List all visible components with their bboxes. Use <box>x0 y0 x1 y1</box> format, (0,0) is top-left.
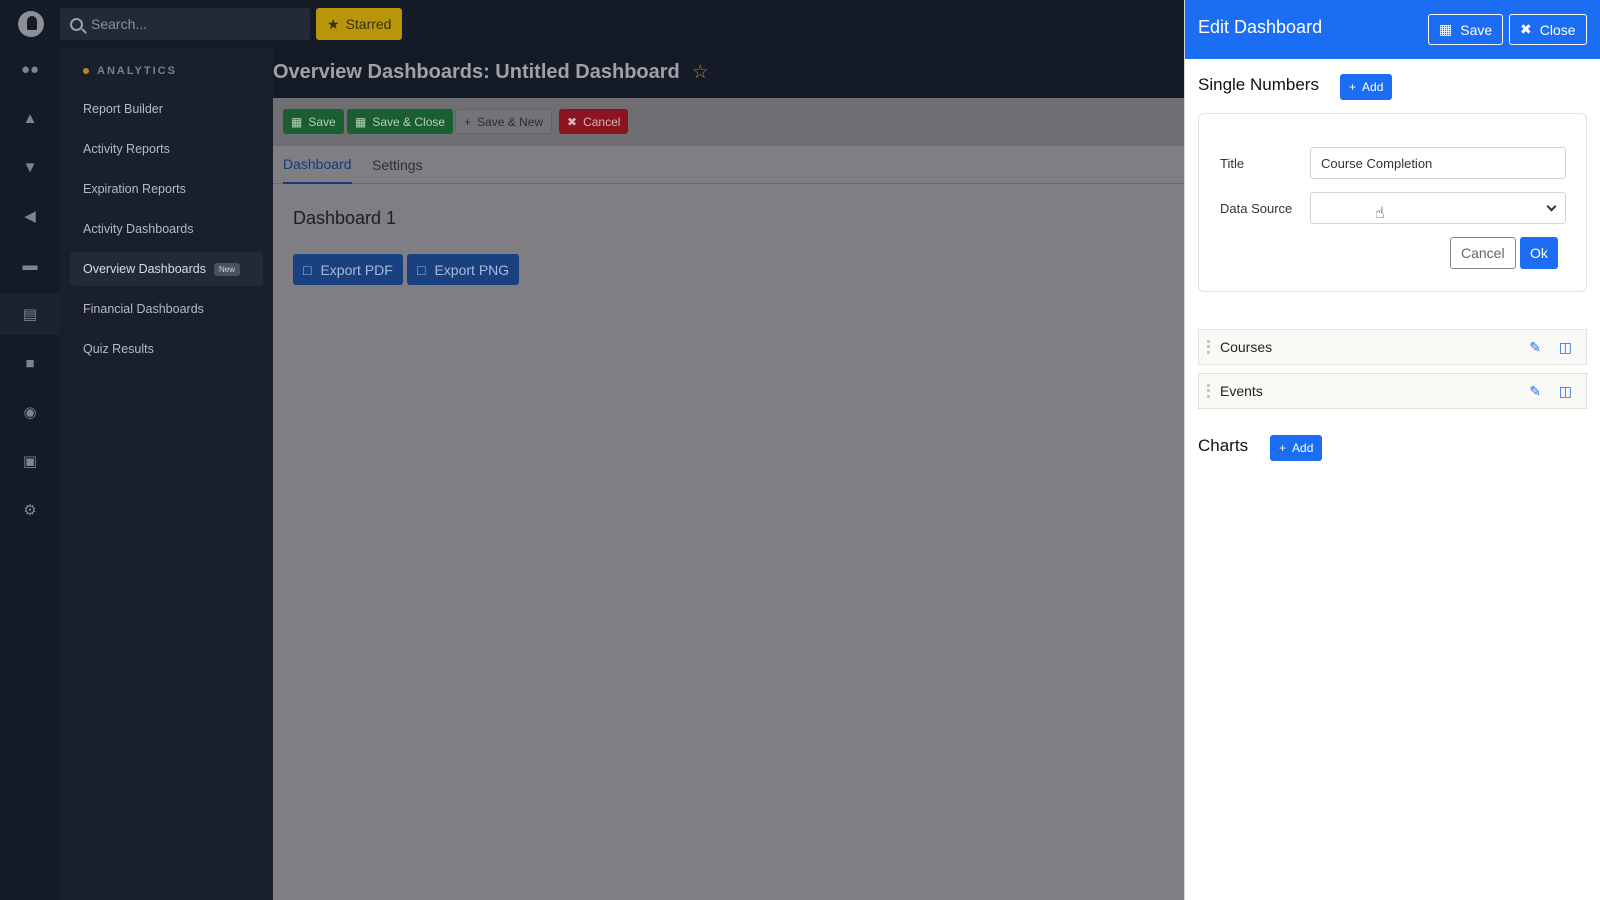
file-image-icon: □ <box>417 261 426 278</box>
form-cancel-button[interactable]: Cancel <box>1450 237 1516 269</box>
sidebar-item-expiration-reports[interactable]: Expiration Reports <box>70 172 263 206</box>
megaphone-icon[interactable]: ◀ <box>0 195 60 237</box>
panel-title: Edit Dashboard <box>1198 17 1323 37</box>
plus-icon: + <box>1349 80 1357 94</box>
search-placeholder: Search... <box>91 16 148 32</box>
star-icon: ★ <box>327 15 340 32</box>
icon-rail: ●● ▲ ▼ ◀ ▬ ▤ ■ ◉ ▣ ⚙ <box>0 0 60 900</box>
trash-icon[interactable]: ◫ <box>1559 383 1572 400</box>
sidebar-item-financial-dashboards[interactable]: Financial Dashboards <box>70 292 263 326</box>
list-item[interactable]: Courses ✎ ◫ <box>1198 329 1587 365</box>
panel-header: Edit Dashboard ▦ Save ✖ Close <box>1185 0 1600 59</box>
drag-handle-icon[interactable] <box>1207 384 1210 398</box>
chevron-down-icon <box>1546 201 1557 212</box>
save-button[interactable]: ▦ Save <box>283 109 344 134</box>
money-icon[interactable]: ▬ <box>0 244 60 286</box>
edit-icon[interactable]: ✎ <box>1529 383 1541 400</box>
chat-icon[interactable]: ■ <box>0 342 60 384</box>
page-title: Overview Dashboards: Untitled Dashboard … <box>273 61 709 84</box>
export-png-button[interactable]: □ Export PNG <box>407 254 520 285</box>
dashboard-content: ▦ Save ▦ Save & Close + Save & New ✖ Can… <box>273 98 1184 900</box>
single-numbers-heading: Single Numbers <box>1198 75 1319 94</box>
title-label: Title <box>1220 156 1245 171</box>
palette-icon[interactable]: ◉ <box>0 391 60 433</box>
tab-dashboard[interactable]: Dashboard <box>283 146 352 184</box>
close-icon: ✖ <box>1520 21 1532 37</box>
section-dot-icon <box>83 68 89 74</box>
floppy-disk-icon: ▦ <box>1439 21 1453 37</box>
file-pdf-icon: □ <box>303 261 312 278</box>
panel-save-button[interactable]: ▦ Save <box>1428 14 1504 45</box>
hand-pointer-icon: ☝ <box>1375 205 1385 222</box>
form-toolbar: ▦ Save ▦ Save & Close + Save & New ✖ Can… <box>273 98 1184 146</box>
starred-button[interactable]: ★ Starred <box>316 8 403 40</box>
plus-icon: + <box>1279 441 1287 455</box>
cancel-button[interactable]: ✖ Cancel <box>559 109 629 134</box>
add-chart-button[interactable]: + Add <box>1270 435 1323 461</box>
search-icon <box>70 17 83 31</box>
analytics-sidebar: ANALYTICS Report Builder Activity Report… <box>60 48 273 900</box>
users-icon[interactable]: ●● <box>0 48 60 90</box>
favorite-star-icon[interactable]: ☆ <box>692 61 709 84</box>
top-bar: Search... ★ Starred <box>60 0 1184 48</box>
graduation-cap-icon[interactable]: ▼ <box>0 146 60 188</box>
floppy-disk-icon: ▦ <box>291 114 303 129</box>
close-icon: ✖ <box>567 114 578 129</box>
title-input[interactable]: Course Completion <box>1310 147 1566 179</box>
sidebar-item-activity-reports[interactable]: Activity Reports <box>70 132 263 166</box>
main-area: Overview Dashboards: Untitled Dashboard … <box>273 48 1184 900</box>
export-pdf-button[interactable]: □ Export PDF <box>293 254 403 285</box>
shapes-icon[interactable]: ▲ <box>0 97 60 139</box>
tab-settings[interactable]: Settings <box>372 146 423 184</box>
plus-icon: + <box>464 114 472 129</box>
starred-label: Starred <box>345 16 392 32</box>
app-logo[interactable] <box>18 11 44 37</box>
dashboard-title: Dashboard 1 <box>293 208 397 228</box>
charts-heading: Charts <box>1198 436 1249 455</box>
data-source-label: Data Source <box>1220 201 1293 216</box>
search-input[interactable]: Search... <box>60 8 310 40</box>
add-single-number-button[interactable]: + Add <box>1340 74 1393 100</box>
sidebar-item-report-builder[interactable]: Report Builder <box>70 92 263 126</box>
sidebar-item-overview-dashboards[interactable]: Overview Dashboards New <box>70 252 263 286</box>
gear-icon[interactable]: ⚙ <box>0 489 60 531</box>
window-icon[interactable]: ▣ <box>0 440 60 482</box>
save-close-button[interactable]: ▦ Save & Close <box>347 109 454 134</box>
edit-dashboard-panel: Edit Dashboard ▦ Save ✖ Close Single Num… <box>1184 0 1600 900</box>
edit-icon[interactable]: ✎ <box>1529 339 1541 356</box>
save-new-button[interactable]: + Save & New <box>455 109 553 134</box>
single-number-form: Title Course Completion Data Source ☝ Ca… <box>1198 113 1587 292</box>
panel-close-button[interactable]: ✖ Close <box>1509 14 1587 45</box>
list-item[interactable]: Events ✎ ◫ <box>1198 373 1587 409</box>
drag-handle-icon[interactable] <box>1207 340 1210 354</box>
new-badge: New <box>213 262 240 276</box>
sidebar-section-heading: ANALYTICS <box>83 65 177 77</box>
form-ok-button[interactable]: Ok <box>1520 237 1558 269</box>
data-source-select[interactable]: ☝ <box>1310 192 1566 224</box>
floppy-disk-icon: ▦ <box>355 114 367 129</box>
trash-icon[interactable]: ◫ <box>1559 339 1572 356</box>
sidebar-item-quiz-results[interactable]: Quiz Results <box>70 332 263 366</box>
tab-bar: Dashboard Settings <box>273 146 1184 184</box>
sidebar-item-activity-dashboards[interactable]: Activity Dashboards <box>70 212 263 246</box>
analytics-chart-icon[interactable]: ▤ <box>0 293 60 335</box>
